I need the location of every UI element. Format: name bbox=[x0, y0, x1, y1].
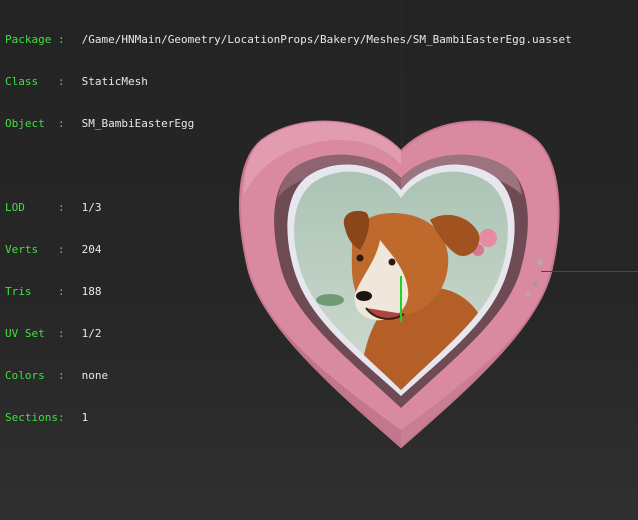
uvset-value: 1/2 bbox=[81, 327, 102, 340]
lod-row: LOD : 1/3 bbox=[5, 201, 572, 215]
uvset-row: UV Set : 1/2 bbox=[5, 327, 572, 341]
tris-label: Tris : bbox=[5, 285, 65, 298]
colors-row: Colors : none bbox=[5, 369, 572, 383]
package-value: /Game/HNMain/Geometry/LocationProps/Bake… bbox=[81, 33, 572, 46]
object-label: Object : bbox=[5, 117, 65, 130]
sections-row: Sections: 1 bbox=[5, 411, 572, 425]
lod-value: 1/3 bbox=[81, 201, 102, 214]
package-row: Package : /Game/HNMain/Geometry/Location… bbox=[5, 33, 572, 47]
uvset-label: UV Set : bbox=[5, 327, 65, 340]
lod-label: LOD : bbox=[5, 201, 65, 214]
mesh-stats-overlay: Package : /Game/HNMain/Geometry/Location… bbox=[5, 5, 572, 453]
colors-value: none bbox=[81, 369, 109, 382]
object-row: Object : SM_BambiEasterEgg bbox=[5, 117, 572, 131]
tris-value: 188 bbox=[81, 285, 102, 298]
object-value: SM_BambiEasterEgg bbox=[81, 117, 195, 130]
verts-row: Verts : 204 bbox=[5, 243, 572, 257]
class-value: StaticMesh bbox=[81, 75, 148, 88]
class-row: Class : StaticMesh bbox=[5, 75, 572, 89]
class-label: Class : bbox=[5, 75, 65, 88]
colors-label: Colors : bbox=[5, 369, 65, 382]
verts-value: 204 bbox=[81, 243, 102, 256]
package-label: Package : bbox=[5, 33, 65, 46]
sections-label: Sections: bbox=[5, 411, 65, 424]
tris-row: Tris : 188 bbox=[5, 285, 572, 299]
sections-value: 1 bbox=[81, 411, 89, 424]
verts-label: Verts : bbox=[5, 243, 65, 256]
mesh-viewport[interactable]: Package : /Game/HNMain/Geometry/Location… bbox=[0, 0, 638, 520]
